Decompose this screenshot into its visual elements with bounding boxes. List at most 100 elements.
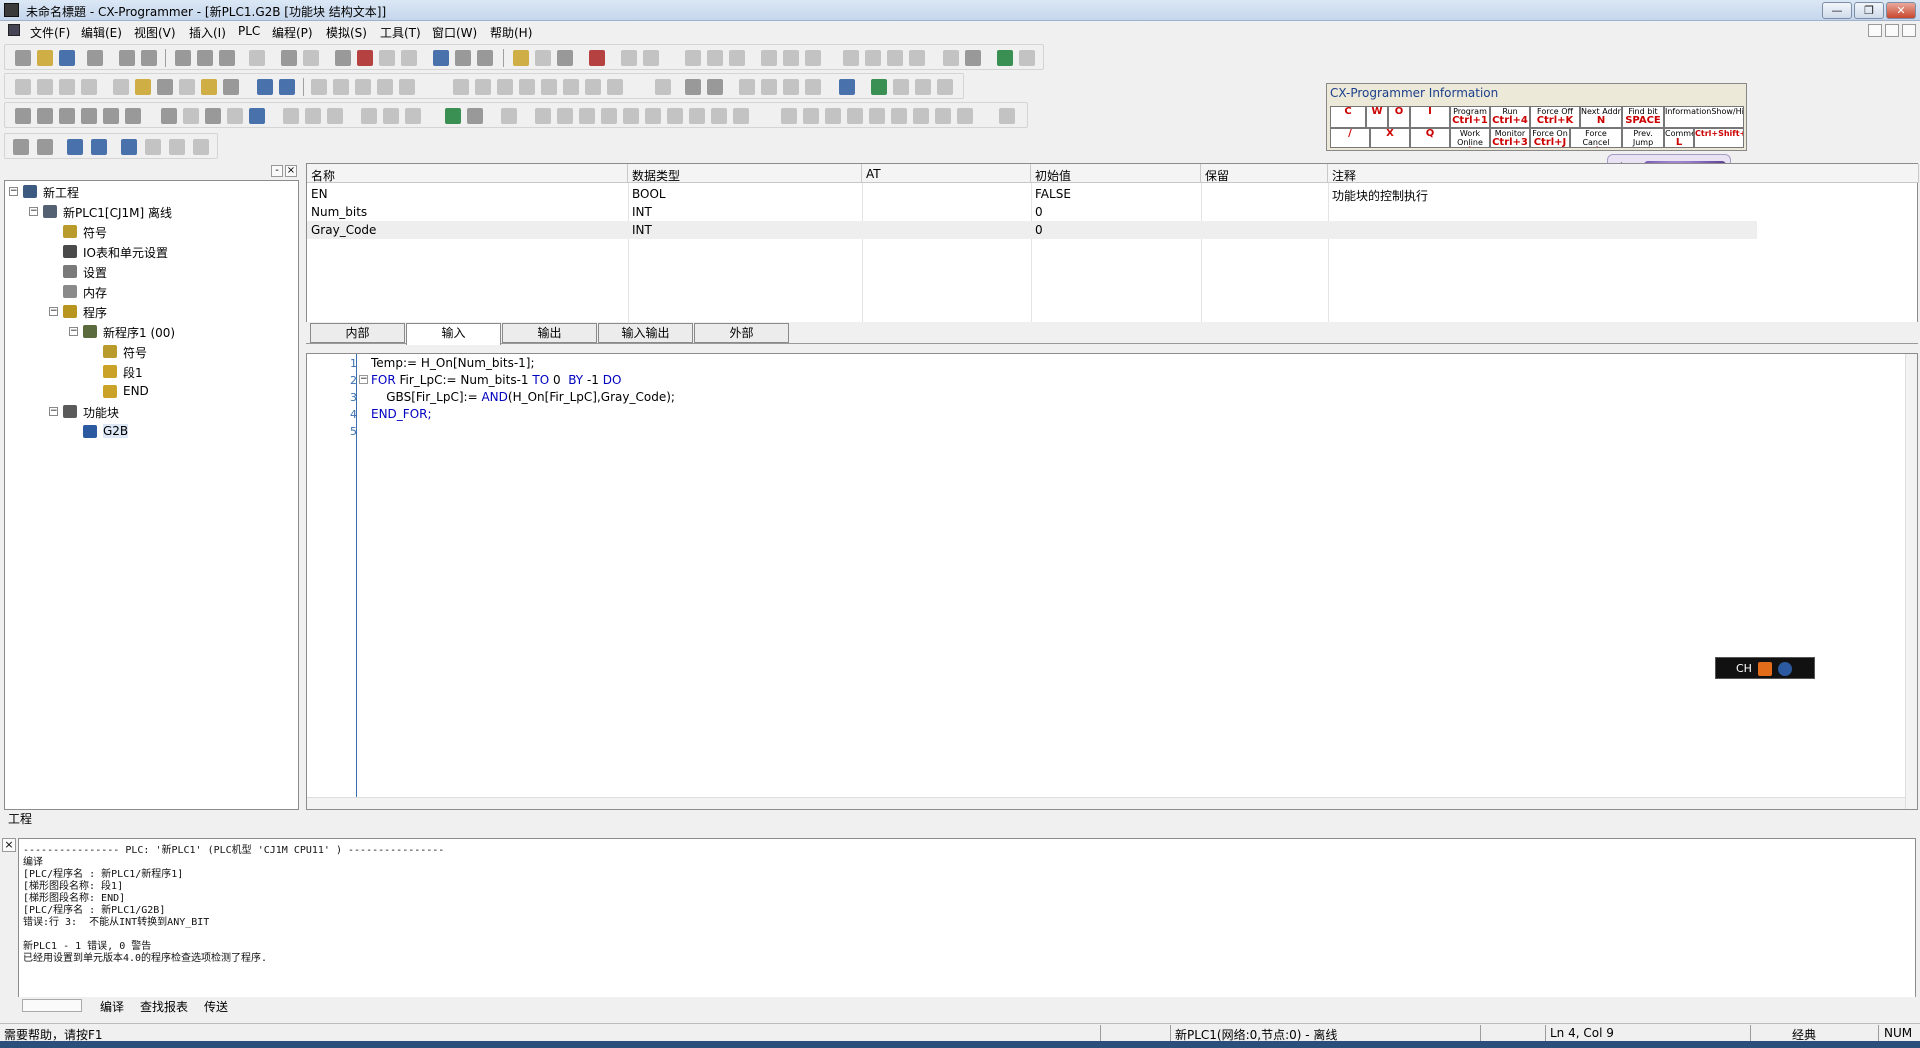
break-icon[interactable] [781, 108, 797, 124]
nc-contact-shortcut[interactable]: / [1330, 128, 1370, 148]
set-icon[interactable] [761, 50, 777, 66]
radix-10-icon[interactable] [283, 108, 299, 124]
run-mode-icon[interactable] [557, 108, 573, 124]
cell-initial[interactable]: 0 [1031, 203, 1047, 221]
diff-down-icon[interactable] [805, 79, 821, 95]
force-cancel-shortcut[interactable]: Force CancelCtrl+L [1570, 128, 1622, 148]
step-icon[interactable] [645, 108, 661, 124]
menu-program[interactable]: 编程(P) [272, 24, 313, 41]
grid-icon[interactable] [113, 79, 129, 95]
next-addr-shortcut[interactable]: Next Addr N [1580, 106, 1622, 128]
set-value-icon[interactable] [805, 50, 821, 66]
monitor-icon[interactable] [135, 79, 151, 95]
io-comment-icon[interactable] [205, 108, 221, 124]
output-error-line[interactable]: 错误:行 3: 不能从INT转换到ANY_BIT [23, 913, 209, 928]
menu-edit[interactable]: 编辑(E) [81, 24, 122, 41]
uncomment-block-icon[interactable] [91, 139, 107, 155]
mnemonic-icon[interactable] [179, 79, 195, 95]
diff-up-icon[interactable] [783, 79, 799, 95]
save-icon[interactable] [59, 50, 75, 66]
reset-icon[interactable] [783, 50, 799, 66]
expand-fb-icon[interactable]: − [49, 407, 58, 416]
pause-icon[interactable] [621, 50, 637, 66]
monitor-mode-icon[interactable] [501, 108, 517, 124]
watch-icon[interactable] [871, 79, 887, 95]
force-on-shortcut[interactable]: Force On Ctrl+J [1530, 128, 1570, 148]
menu-view[interactable]: 视图(V) [134, 24, 176, 41]
ime-help-icon[interactable] [1778, 662, 1792, 676]
watch4-icon[interactable] [937, 79, 953, 95]
tab-compile[interactable]: 编译 [100, 998, 124, 1015]
play-icon[interactable] [579, 108, 595, 124]
sim-end-icon[interactable] [957, 108, 973, 124]
close-pane-icon[interactable]: × [285, 165, 297, 177]
break-all-icon[interactable] [825, 108, 841, 124]
memory-view-icon[interactable] [223, 79, 239, 95]
sim-reset-icon[interactable] [913, 108, 929, 124]
transfer-from-plc-icon[interactable] [383, 108, 399, 124]
zoom-in-icon[interactable] [59, 79, 75, 95]
document-icon[interactable] [8, 24, 20, 36]
tree-settings[interactable]: 设置 [83, 264, 107, 281]
simulation-icon[interactable] [997, 50, 1013, 66]
address-reference-icon[interactable] [401, 50, 417, 66]
compile-icon[interactable] [557, 50, 573, 66]
program-shortcut[interactable]: Program Ctrl+1 [1450, 106, 1490, 128]
indent-icon[interactable] [13, 139, 29, 155]
col-at-header[interactable]: AT [862, 164, 1031, 183]
tab-in-out[interactable]: 输入输出 [598, 323, 693, 343]
comment-block-icon[interactable] [67, 139, 83, 155]
tab-internal[interactable]: 内部 [310, 323, 405, 343]
outdent-icon[interactable] [37, 139, 53, 155]
cut-icon[interactable] [175, 50, 191, 66]
arrange-icon[interactable] [909, 50, 925, 66]
cell-name[interactable]: EN [307, 185, 332, 203]
tree-program-symbols[interactable]: 符号 [123, 344, 147, 361]
project-tab[interactable]: 工程 [8, 810, 32, 827]
tree-end[interactable]: END [123, 384, 149, 398]
cell-at[interactable] [862, 203, 870, 221]
zoom-cut-icon[interactable] [37, 79, 53, 95]
menu-window[interactable]: 窗口(W) [432, 24, 477, 41]
line-draw-icon[interactable] [585, 79, 601, 95]
cell-comment[interactable] [1328, 221, 1336, 239]
cell-comment[interactable]: 功能块的控制执行 [1328, 185, 1432, 203]
instruction-icon[interactable] [519, 79, 535, 95]
local-symbols-icon[interactable] [227, 108, 243, 124]
expand-root-icon[interactable]: − [9, 187, 18, 196]
copy-icon[interactable] [197, 50, 213, 66]
pause-trigger-icon[interactable] [643, 50, 659, 66]
program-mode-icon[interactable] [445, 108, 461, 124]
memory-window-icon[interactable] [183, 108, 199, 124]
expand-plc-icon[interactable]: − [29, 207, 38, 216]
or-nc-contact-icon[interactable] [399, 79, 415, 95]
debug-icon[interactable] [1019, 50, 1035, 66]
output-window-icon[interactable] [37, 108, 53, 124]
bookmark-clear-icon[interactable] [193, 139, 209, 155]
tree-programs[interactable]: 程序 [83, 304, 107, 321]
minimize-button[interactable]: — [1822, 2, 1852, 19]
redo-icon[interactable] [303, 50, 319, 66]
ime-toolbar[interactable]: CH [1715, 657, 1815, 679]
mdi-close-button[interactable] [1902, 24, 1916, 37]
pc-icon[interactable] [541, 79, 557, 95]
properties-window-icon[interactable] [103, 108, 119, 124]
expand-programs-icon[interactable]: − [49, 307, 58, 316]
comment-shortcut[interactable]: CommentL [1664, 128, 1694, 148]
menu-tools[interactable]: 工具(T) [380, 24, 421, 41]
menu-simulate[interactable]: 模拟(S) [326, 24, 367, 41]
compare-plc-icon[interactable] [405, 108, 421, 124]
work-online-shortcut[interactable]: Work OnlineCtrl+W [1450, 128, 1490, 148]
cell-at[interactable] [862, 185, 870, 203]
context-help-icon[interactable] [477, 50, 493, 66]
tab-external[interactable]: 外部 [694, 323, 789, 343]
paste-icon[interactable] [219, 50, 235, 66]
cross-ref-window-icon[interactable] [161, 108, 177, 124]
tab-input[interactable]: 输入 [406, 323, 501, 345]
table-row[interactable]: Gray_Code INT 0 [307, 221, 1757, 239]
coil-icon[interactable] [475, 79, 491, 95]
tree-program1[interactable]: 新程序1 (00) [103, 324, 175, 341]
run-check-icon[interactable] [535, 50, 551, 66]
vertical-scrollbar[interactable] [1905, 354, 1917, 809]
mdi-restore-button[interactable] [1885, 24, 1899, 37]
